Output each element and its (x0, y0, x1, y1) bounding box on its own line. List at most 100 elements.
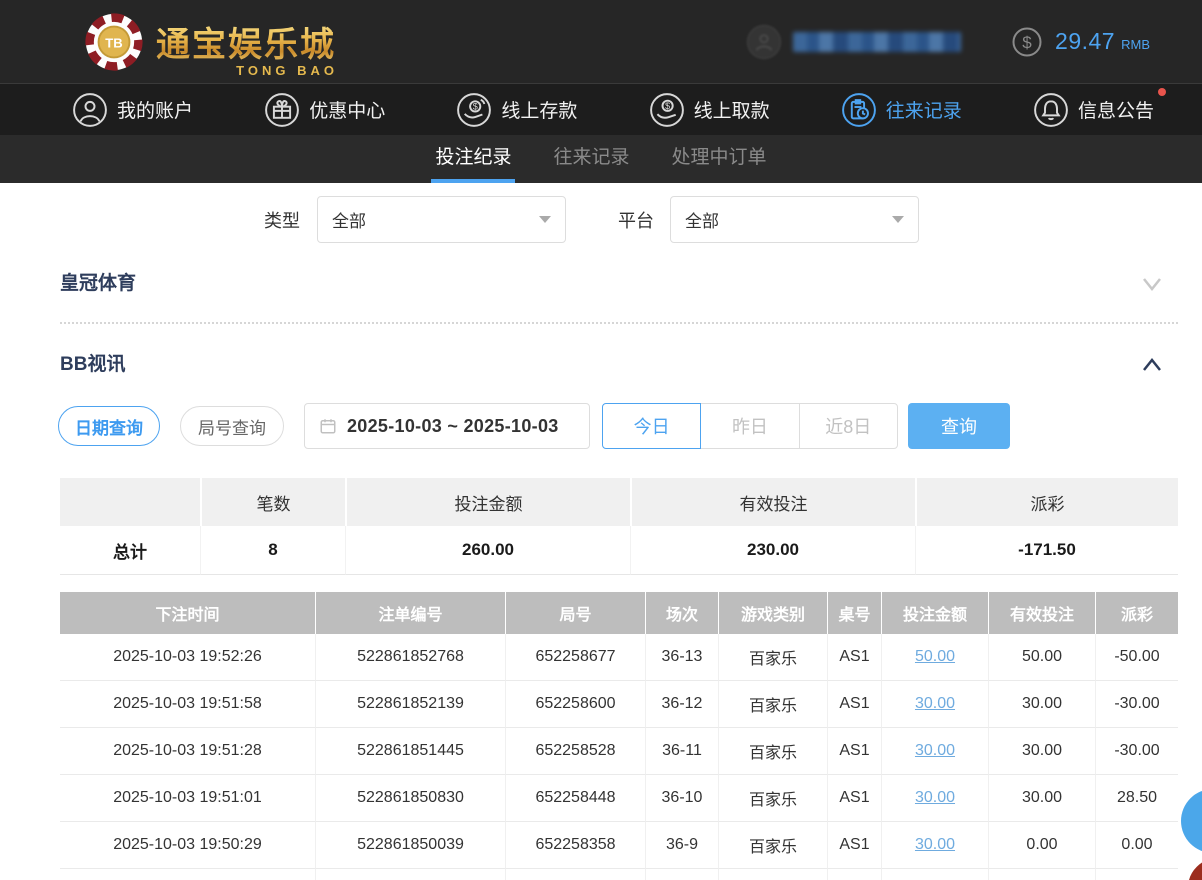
table-header-cell: 场次 (645, 592, 718, 634)
bell-icon (1034, 92, 1068, 127)
floating-service-button[interactable] (1181, 789, 1202, 853)
summary-header-cell: 有效投注 (630, 478, 915, 526)
date-range-input[interactable]: 2025-10-03 ~ 2025-10-03 (304, 403, 590, 449)
last8days-button[interactable]: 近8日 (798, 403, 898, 449)
balance-amount: 29.47 (1055, 28, 1116, 54)
user-account[interactable] (747, 24, 962, 59)
date-query-button[interactable]: 日期查询 (58, 406, 160, 446)
table-cell: 百家乐 (718, 775, 827, 822)
table-row: 2025-10-03 19:51:58 522861852139 652258600… (60, 681, 1178, 728)
svg-text:TB: TB (105, 35, 122, 50)
table-cell: 652258448 (505, 775, 645, 822)
table-cell: 0.00 (988, 822, 1095, 869)
table-cell (315, 869, 505, 880)
nav-item-label: 我的账户 (117, 101, 194, 122)
table-header-row: 下注时间 注单编号 局号 场次 游戏类别 桌号 投注金额 有效投注 派彩 (60, 592, 1178, 634)
table-cell: 652258600 (505, 681, 645, 728)
summary-payout: -171.50 (915, 526, 1178, 575)
records-icon (841, 92, 876, 127)
nav-item-label: 往来记录 (885, 101, 962, 122)
divider (60, 322, 1178, 324)
table-cell: AS1 (827, 681, 881, 728)
table-cell: 百家乐 (718, 728, 827, 775)
dollar-coin-icon: $ (1012, 27, 1042, 56)
type-filter-label: 类型 (264, 211, 300, 231)
type-filter-value: 全部 (332, 212, 366, 231)
gift-icon (265, 92, 300, 127)
summary-valid-bet: 230.00 (630, 526, 915, 575)
summary-header-row: 笔数 投注金额 有效投注 派彩 (60, 478, 1178, 526)
table-cell: 30.00 (881, 681, 988, 728)
table-header-cell: 投注金额 (881, 592, 988, 634)
filter-row: 类型 全部 平台 全部 (0, 196, 1202, 244)
table-cell: 50.00 (881, 634, 988, 681)
tab-3[interactable]: 处理中订单 (670, 135, 769, 183)
nav-item-label: 线上取款 (693, 101, 770, 122)
yesterday-button[interactable]: 昨日 (700, 403, 800, 449)
balance-currency: RMB (1121, 37, 1150, 52)
table-cell (988, 869, 1095, 880)
nav-item-5[interactable]: 往来记录 (841, 92, 962, 128)
table-cell: 50.00 (988, 634, 1095, 681)
site-logo[interactable]: TB 通宝娱乐城 TONG BAO (84, 12, 336, 78)
table-cell: AS1 (827, 822, 881, 869)
section-bb-video[interactable]: BB视讯 (60, 343, 1178, 387)
table-cell: 30.00 (988, 775, 1095, 822)
balance[interactable]: $ 29.47 RMB (1011, 26, 1150, 58)
svg-text:$: $ (665, 100, 670, 110)
nav-item-4[interactable]: $ 线上取款 (649, 92, 770, 128)
chevron-down-icon (1143, 278, 1161, 292)
main-nav: 我的账户 优惠中心 $ 线上存款 $ 线上取款 往来记录 信息公告 (0, 83, 1202, 135)
bet-amount-link[interactable]: 30.00 (915, 695, 955, 713)
withdraw-icon: $ (649, 92, 684, 127)
table-cell: 30.00 (881, 775, 988, 822)
quick-date-group: 今日 昨日 近8日 (602, 403, 900, 449)
bet-amount-link[interactable]: 30.00 (915, 742, 955, 760)
tab-1[interactable]: 投注纪录 (431, 135, 516, 183)
caret-down-icon (539, 216, 551, 223)
calendar-icon (320, 419, 336, 434)
table-cell: 百家乐 (718, 634, 827, 681)
username-blurred (793, 31, 962, 52)
caret-down-icon (892, 216, 904, 223)
floating-app-button[interactable]: b (1186, 856, 1202, 880)
platform-filter-select[interactable]: 全部 (670, 196, 919, 243)
nav-item-1[interactable]: 我的账户 (72, 92, 193, 128)
tab-2[interactable]: 往来记录 (551, 135, 631, 183)
table-cell: 652258677 (505, 634, 645, 681)
round-query-button[interactable]: 局号查询 (180, 406, 284, 446)
table-cell: 522861851445 (315, 728, 505, 775)
table-header-cell: 游戏类别 (718, 592, 827, 634)
bet-amount-link[interactable]: 30.00 (915, 836, 955, 854)
section-crown-sports[interactable]: 皇冠体育 (60, 262, 1178, 306)
table-cell: 30.00 (988, 681, 1095, 728)
bet-amount-link[interactable]: 50.00 (915, 648, 955, 666)
type-filter-select[interactable]: 全部 (317, 196, 566, 243)
section-title: 皇冠体育 (60, 273, 137, 294)
table-cell: AS1 (827, 634, 881, 681)
table-row: 2025-10-03 19:51:28 522861851445 652258528… (60, 728, 1178, 775)
poker-chip-icon: TB (85, 12, 143, 71)
table-header-cell: 有效投注 (988, 592, 1095, 634)
nav-item-2[interactable]: 优惠中心 (264, 92, 385, 128)
table-cell: 2025-10-03 19:50:29 (60, 822, 315, 869)
date-range-value: 2025-10-03 ~ 2025-10-03 (347, 415, 559, 436)
summary-header-cell (60, 478, 200, 526)
platform-filter-label: 平台 (618, 211, 654, 231)
summary-header-cell: 笔数 (200, 478, 345, 526)
nav-item-6[interactable]: 信息公告 (1033, 87, 1166, 128)
svg-text:$: $ (1022, 33, 1032, 52)
table-cell: 30.00 (881, 822, 988, 869)
table-row: 2025-10-03 19:51:01 522861850830 652258448… (60, 775, 1178, 822)
table-cell: 522861852768 (315, 634, 505, 681)
chevron-up-icon (1143, 357, 1161, 371)
today-button[interactable]: 今日 (602, 403, 702, 449)
nav-item-label: 线上存款 (501, 101, 578, 122)
search-button[interactable]: 查询 (908, 403, 1010, 449)
summary-total-label: 总计 (60, 526, 200, 575)
summary-header-cell: 派彩 (915, 478, 1178, 526)
table-cell: 36-9 (645, 822, 718, 869)
nav-item-3[interactable]: $ 线上存款 (456, 92, 577, 128)
records-table: 下注时间 注单编号 局号 场次 游戏类别 桌号 投注金额 有效投注 派彩 2025-10-03 1… (60, 592, 1178, 880)
bet-amount-link[interactable]: 30.00 (915, 789, 955, 807)
